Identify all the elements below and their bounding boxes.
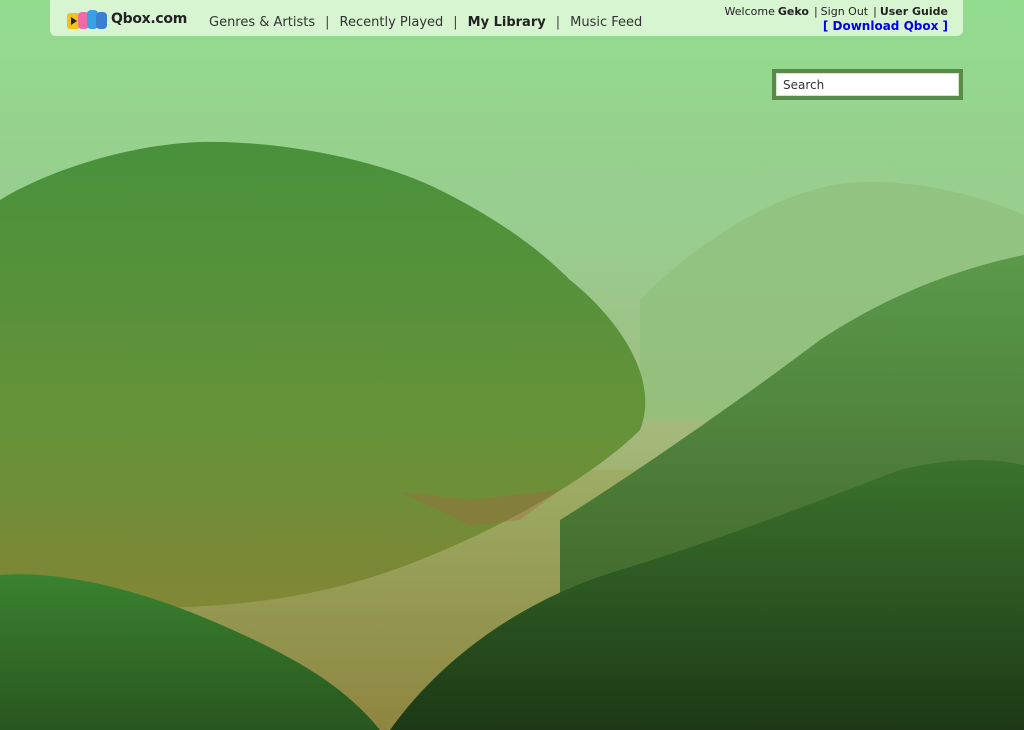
- nav-music-feed[interactable]: Music Feed: [570, 15, 642, 30]
- main-nav: Genres & Artists | Recently Played | My …: [209, 15, 642, 30]
- background-landscape: [0, 0, 1024, 730]
- top-header: Qbox.com Genres & Artists | Recently Pla…: [50, 0, 963, 36]
- qbox-logo-icon: [67, 9, 109, 29]
- qbox-logo[interactable]: Qbox.com: [67, 8, 187, 30]
- user-name: Geko: [777, 5, 809, 18]
- nav-recently-played[interactable]: Recently Played: [340, 15, 444, 30]
- user-separator: |: [873, 5, 877, 18]
- nav-separator: |: [453, 15, 458, 30]
- nav-separator: |: [325, 15, 330, 30]
- user-row: Welcome Geko | Sign Out | User Guide: [725, 4, 948, 19]
- sign-out-link[interactable]: Sign Out: [821, 4, 868, 19]
- user-box: Welcome Geko | Sign Out | User Guide [ D…: [725, 4, 948, 34]
- brand-name: Qbox.com: [111, 11, 187, 27]
- search-input[interactable]: [776, 73, 959, 96]
- nav-my-library[interactable]: My Library: [468, 15, 546, 30]
- download-qbox-link[interactable]: [ Download Qbox ]: [725, 19, 948, 34]
- nav-genres-artists[interactable]: Genres & Artists: [209, 15, 315, 30]
- user-guide-link[interactable]: User Guide: [880, 4, 948, 19]
- search-box: [772, 69, 963, 100]
- nav-separator: |: [555, 15, 561, 30]
- user-separator: |: [813, 5, 818, 18]
- welcome-label: Welcome: [724, 5, 775, 18]
